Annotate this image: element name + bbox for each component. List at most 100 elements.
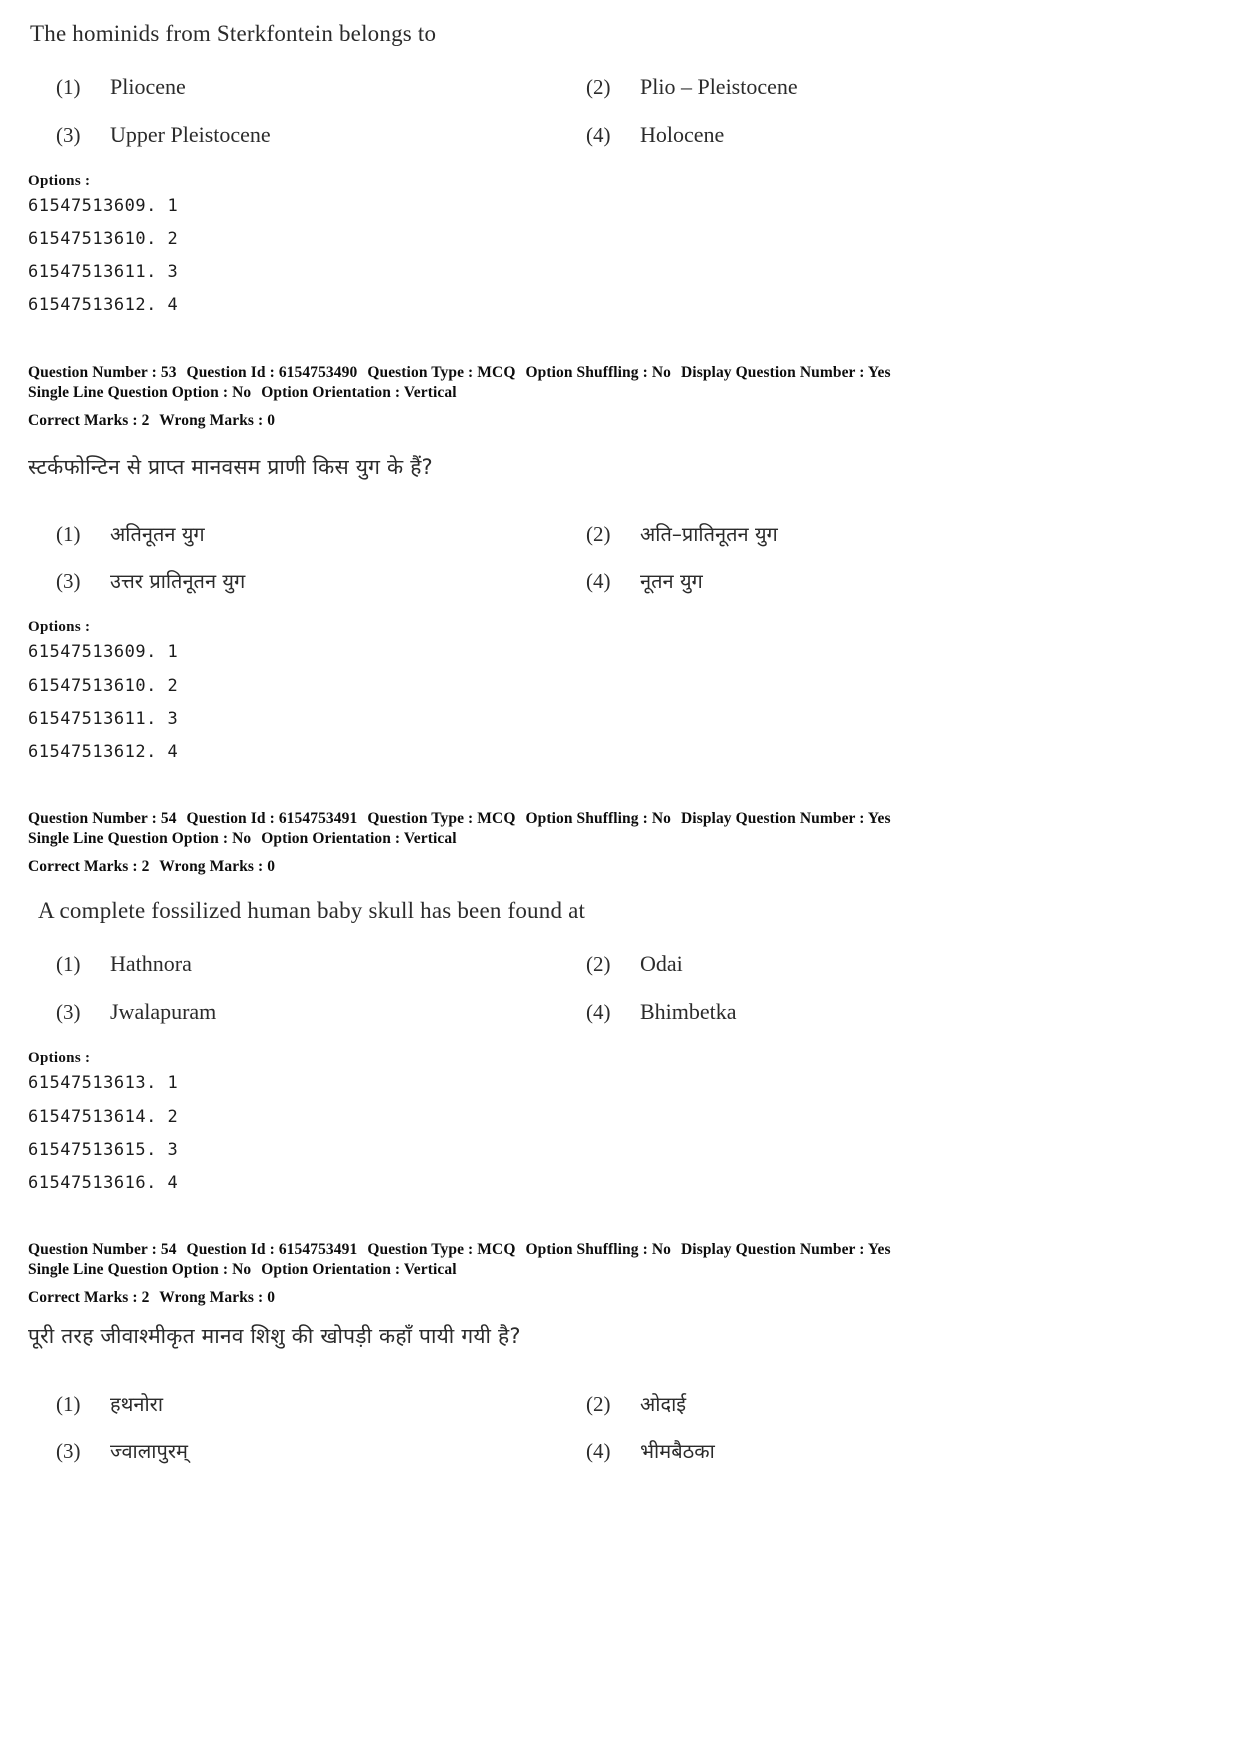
meta-single-line-label: Single Line Question Option :: [28, 383, 229, 401]
choice-label: Hathnora: [110, 951, 192, 977]
meta-question-id-label: Question Id :: [186, 809, 275, 827]
choice-option-3[interactable]: (3) उत्तर प्रातिनूतन युग: [28, 558, 558, 605]
meta-question-type-label: Question Type :: [367, 809, 474, 827]
question-stem: पूरी तरह जीवाश्मीकृत मानव शिशु की खोपड़ी…: [28, 1324, 521, 1349]
choice-option-1[interactable]: (1) हथनोरा: [28, 1381, 558, 1428]
meta-question-number-value: 53: [160, 363, 177, 381]
choice-number: (3): [56, 569, 81, 594]
choice-label: Upper Pleistocene: [110, 122, 271, 148]
choice-number: (3): [56, 1000, 81, 1025]
choice-option-3[interactable]: (3) ज्वालापुरम्: [28, 1428, 558, 1475]
meta-question-type-value: MCQ: [477, 363, 516, 381]
meta-question-id-value: 6154753490: [278, 363, 358, 381]
choice-number: (1): [56, 1391, 81, 1416]
choice-option-3[interactable]: (3) Jwalapuram: [28, 988, 558, 1036]
choice-label: Odai: [640, 951, 683, 977]
option-id-1: 61547513609. 1: [28, 196, 179, 217]
question-meta: Question Number : 54 Question Id : 61547…: [28, 1240, 1212, 1308]
option-id-1: 61547513613. 1: [28, 1073, 179, 1094]
choice-number: (2): [586, 522, 611, 547]
meta-option-shuffling-label: Option Shuffling :: [525, 809, 648, 827]
question-stem: The hominids from Sterkfontein belongs t…: [30, 21, 437, 46]
choice-number: (3): [56, 123, 81, 148]
choice-label: Jwalapuram: [110, 999, 217, 1025]
choice-label: हथनोरा: [110, 1391, 164, 1416]
question-meta: Question Number : 54 Question Id : 61547…: [28, 809, 1212, 877]
question-block-q53-english: The hominids from Sterkfontein belongs t…: [28, 18, 1212, 431]
meta-correct-marks-label: Correct Marks :: [28, 858, 138, 876]
exam-question-page: The hominids from Sterkfontein belongs t…: [0, 0, 1240, 1754]
option-id-2: 61547513614. 2: [28, 1106, 179, 1127]
choice-option-1[interactable]: (1) Hathnora: [28, 940, 558, 988]
option-id-4: 61547513616. 4: [28, 1172, 179, 1193]
choice-option-4[interactable]: (4) भीमबैठका: [558, 1428, 1212, 1475]
options-heading: Options :: [28, 619, 91, 636]
option-id-2: 61547513610. 2: [28, 229, 179, 250]
question-meta: Question Number : 53 Question Id : 61547…: [28, 363, 1212, 431]
meta-question-number-label: Question Number :: [28, 1240, 157, 1258]
choice-label: Bhimbetka: [640, 999, 737, 1025]
meta-correct-marks-label: Correct Marks :: [28, 411, 138, 429]
meta-display-question-number-label: Display Question Number :: [681, 1240, 865, 1258]
question-stem: A complete fossilized human baby skull h…: [38, 898, 586, 924]
meta-wrong-marks-value: 0: [267, 1289, 276, 1307]
choice-option-3[interactable]: (3) Upper Pleistocene: [28, 111, 558, 159]
meta-option-shuffling-value: No: [651, 809, 672, 827]
meta-single-line-value: No: [232, 830, 252, 848]
option-id-4: 61547513612. 4: [28, 295, 179, 316]
meta-question-number-label: Question Number :: [28, 809, 157, 827]
choice-option-2[interactable]: (2) Plio – Pleistocene: [558, 63, 1212, 111]
meta-question-type-label: Question Type :: [367, 363, 474, 381]
choice-option-1[interactable]: (1) अतिनूतन युग: [28, 511, 558, 558]
meta-display-question-number-value: Yes: [867, 809, 891, 827]
meta-wrong-marks-value: 0: [267, 858, 276, 876]
meta-single-line-label: Single Line Question Option :: [28, 830, 229, 848]
choice-option-1[interactable]: (1) Pliocene: [28, 63, 558, 111]
choice-option-4[interactable]: (4) Bhimbetka: [558, 988, 1212, 1036]
choice-label: उत्तर प्रातिनूतन युग: [110, 569, 246, 594]
choice-number: (2): [586, 75, 611, 100]
choice-number: (2): [586, 952, 611, 977]
choice-option-2[interactable]: (2) ओदाई: [558, 1381, 1212, 1428]
choice-option-4[interactable]: (4) Holocene: [558, 111, 1212, 159]
meta-option-orientation-value: Vertical: [403, 830, 457, 848]
option-id-3: 61547513611. 3: [28, 708, 179, 729]
meta-option-orientation-label: Option Orientation :: [261, 383, 401, 401]
meta-correct-marks-value: 2: [141, 411, 150, 429]
choice-label: Plio – Pleistocene: [640, 74, 798, 100]
meta-option-orientation-value: Vertical: [403, 383, 457, 401]
meta-question-type-value: MCQ: [477, 809, 516, 827]
meta-display-question-number-value: Yes: [867, 1240, 891, 1258]
choice-number: (2): [586, 1391, 611, 1416]
meta-display-question-number-value: Yes: [867, 363, 891, 381]
meta-option-shuffling-label: Option Shuffling :: [525, 363, 648, 381]
question-block-q53-hindi: स्टर्कफोन्टिन से प्राप्त मानवसम प्राणी क…: [28, 453, 1212, 877]
meta-option-shuffling-value: No: [651, 363, 672, 381]
meta-wrong-marks-label: Wrong Marks :: [159, 1289, 264, 1307]
question-stem: स्टर्कफोन्टिन से प्राप्त मानवसम प्राणी क…: [28, 455, 433, 480]
meta-question-number-value: 54: [160, 1240, 177, 1258]
meta-wrong-marks-label: Wrong Marks :: [159, 858, 264, 876]
meta-correct-marks-label: Correct Marks :: [28, 1289, 138, 1307]
meta-correct-marks-value: 2: [141, 858, 150, 876]
option-id-1: 61547513609. 1: [28, 642, 179, 663]
option-id-3: 61547513611. 3: [28, 262, 179, 283]
choice-number: (1): [56, 952, 81, 977]
meta-option-shuffling-label: Option Shuffling :: [525, 1240, 648, 1258]
choice-option-2[interactable]: (2) अति–प्रातिनूतन युग: [558, 511, 1212, 558]
meta-question-id-label: Question Id :: [186, 363, 275, 381]
meta-correct-marks-value: 2: [141, 1289, 150, 1307]
choice-option-4[interactable]: (4) नूतन युग: [558, 558, 1212, 605]
choice-label: अतिनूतन युग: [110, 522, 205, 547]
meta-single-line-value: No: [232, 383, 252, 401]
choice-option-2[interactable]: (2) Odai: [558, 940, 1212, 988]
meta-single-line-label: Single Line Question Option :: [28, 1261, 229, 1279]
meta-question-type-label: Question Type :: [367, 1240, 474, 1258]
choice-number: (4): [586, 123, 611, 148]
option-id-4: 61547513612. 4: [28, 741, 179, 762]
option-id-2: 61547513610. 2: [28, 675, 179, 696]
meta-question-number-label: Question Number :: [28, 363, 157, 381]
options-heading: Options :: [28, 173, 91, 190]
meta-question-id-value: 6154753491: [278, 809, 358, 827]
question-block-q54-hindi: पूरी तरह जीवाश्मीकृत मानव शिशु की खोपड़ी…: [28, 1322, 1212, 1474]
